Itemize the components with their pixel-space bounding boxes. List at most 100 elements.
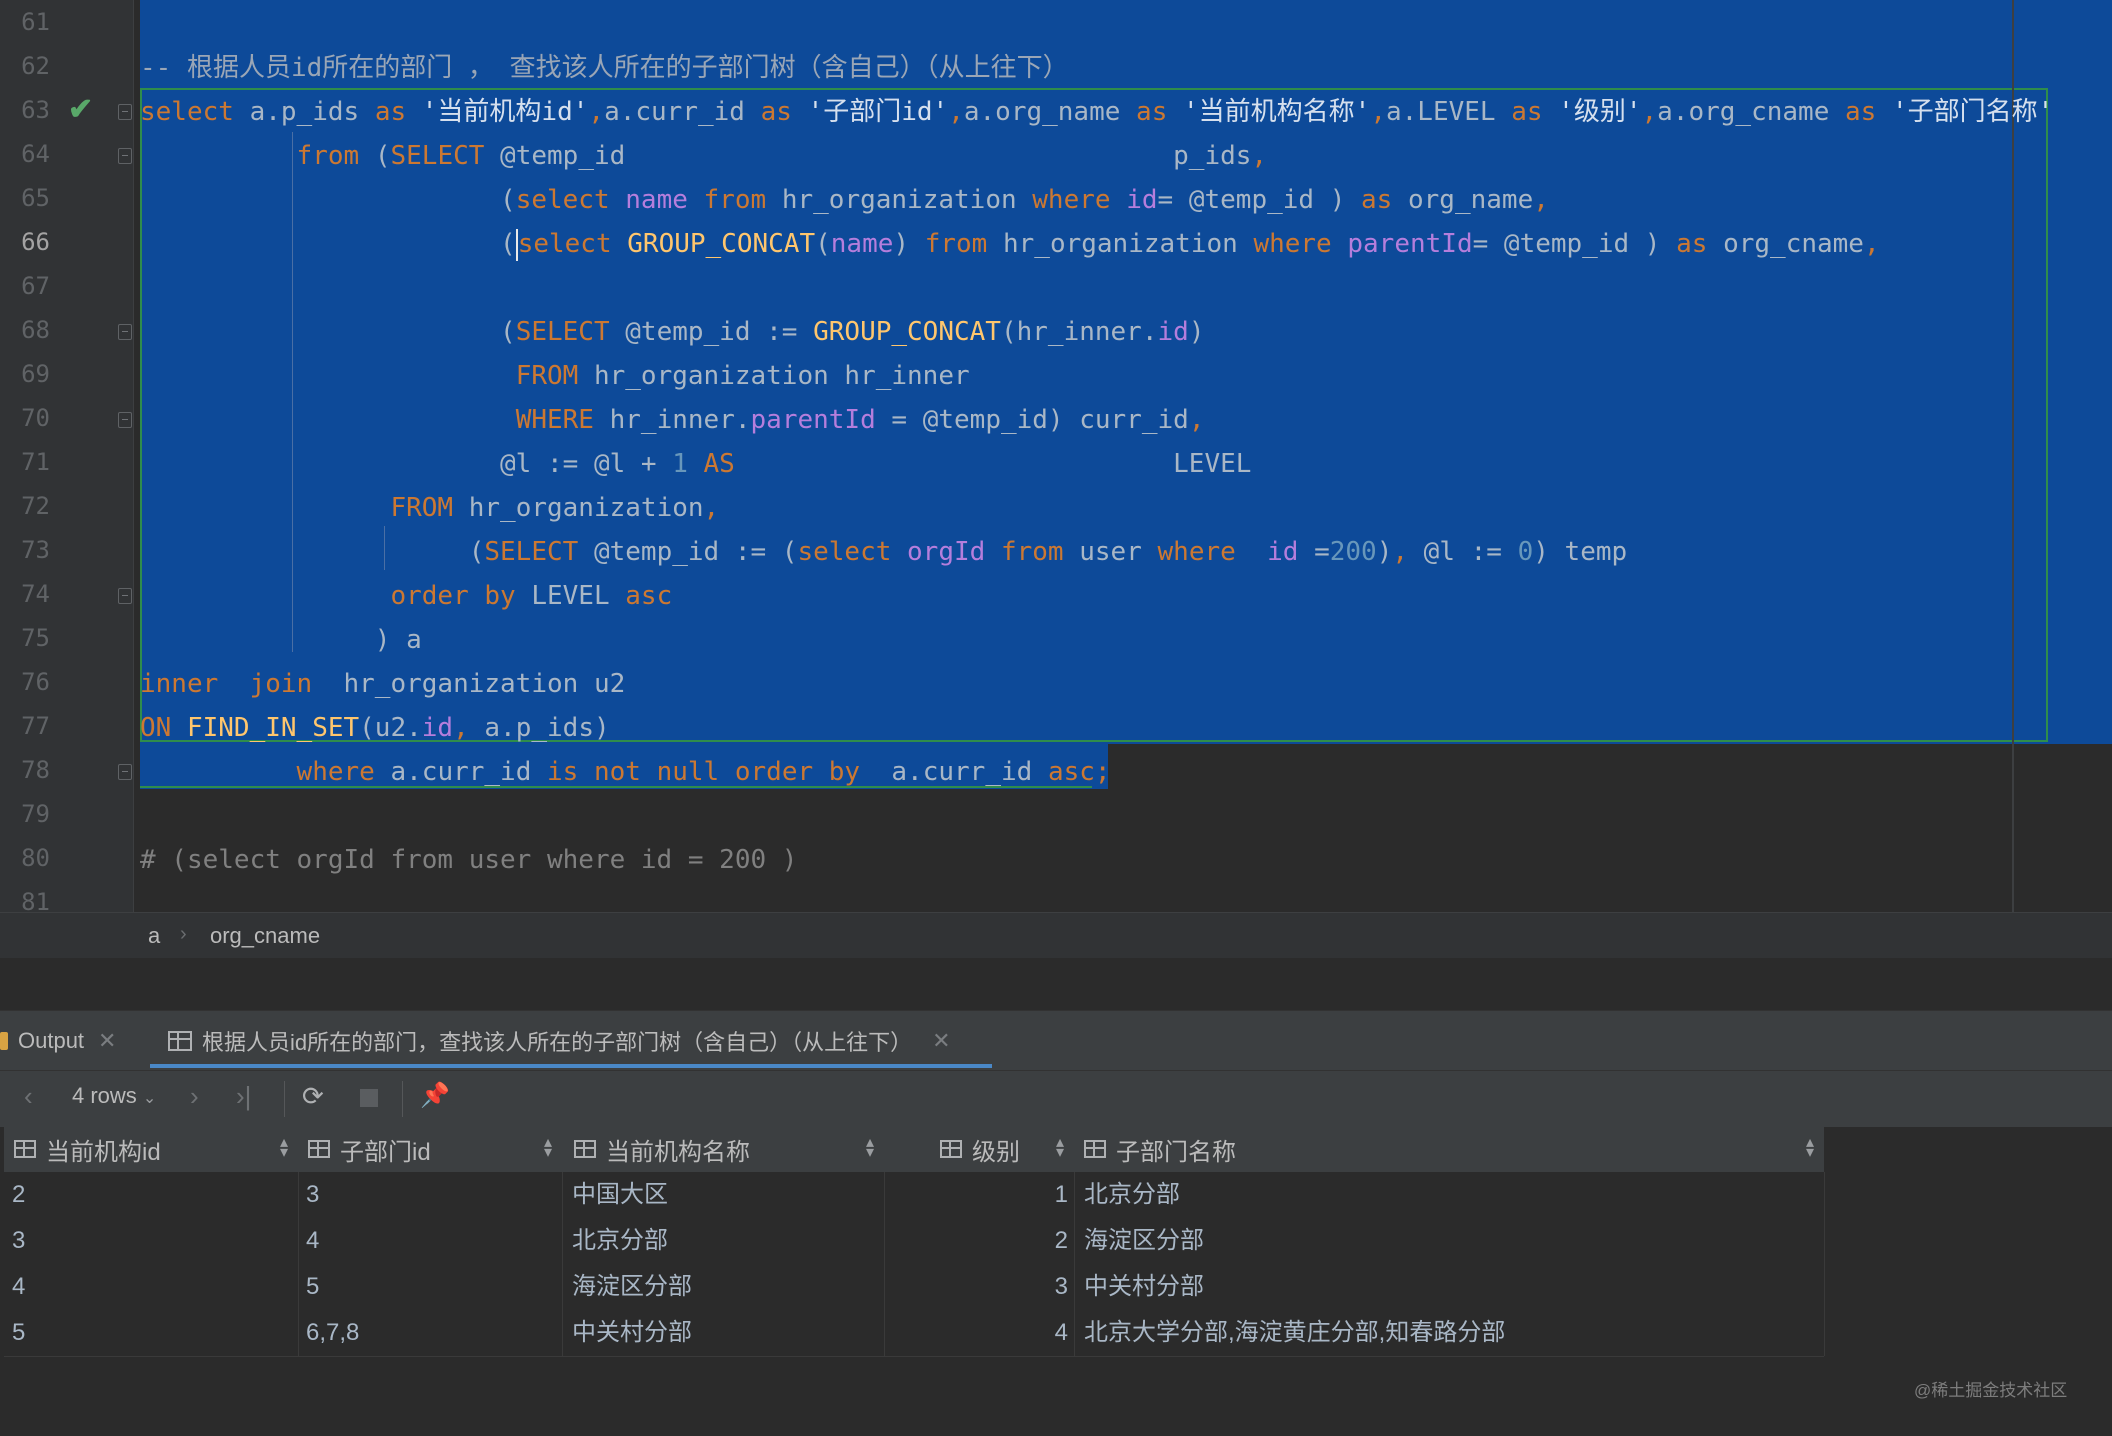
cell-sub-dept-id[interactable]: 3	[306, 1172, 556, 1218]
line-number: 74	[21, 580, 50, 608]
cell-sub-dept-id[interactable]: 4	[306, 1218, 556, 1264]
pin-tab-icon[interactable]: 📌	[420, 1081, 450, 1110]
code-line[interactable]: -- 根据人员id所在的部门 ， 查找该人所在的子部门树（含自己）（从上往下）	[140, 46, 1069, 90]
code-token: @temp_id :=	[609, 317, 814, 347]
code-token: where	[1157, 537, 1236, 567]
line-number: 64	[21, 140, 50, 168]
cell-sub-dept-id[interactable]: 5	[306, 1264, 556, 1310]
code-line[interactable]: # (select orgId from user where id = 200…	[140, 838, 797, 882]
code-line[interactable]: FROM hr_organization hr_inner	[140, 354, 970, 398]
column-header-current-org-name[interactable]: 当前机构名称 ▴ ▾	[562, 1126, 884, 1172]
column-header-sub-dept-id[interactable]: 子部门id ▴ ▾	[298, 1126, 562, 1172]
code-line[interactable]: @l := @l + 1 AS LEVEL	[140, 442, 1251, 486]
column-icon	[574, 1140, 596, 1158]
tab-output[interactable]: Output ✕	[0, 1011, 116, 1071]
code-token: as	[1511, 97, 1543, 127]
breadcrumb-item-alias[interactable]: a	[148, 923, 160, 949]
cell-current-org-name[interactable]: 北京分部	[572, 1218, 872, 1264]
code-line[interactable]: inner join hr_organization u2	[140, 662, 625, 706]
cell-current-org-name[interactable]: 中关村分部	[572, 1310, 872, 1356]
cell-level[interactable]: 4	[884, 1310, 1068, 1356]
panel-splitter[interactable]	[0, 958, 2112, 1010]
cell-current-org-id[interactable]: 4	[12, 1264, 292, 1310]
tab-query-result[interactable]: 根据人员id所在的部门，查找该人所在的子部门树（含自己）（从上往下） ✕	[168, 1011, 951, 1071]
table-row[interactable]: 4 5 海淀区分部 3 中关村分部	[4, 1264, 1824, 1311]
cell-sub-dept-name[interactable]: 海淀区分部	[1084, 1218, 1814, 1264]
cell-sub-dept-name[interactable]: 中关村分部	[1084, 1264, 1814, 1310]
close-icon[interactable]: ✕	[98, 1028, 116, 1054]
sort-icon[interactable]: ▴ ▾	[1056, 1135, 1064, 1161]
column-header-label: 当前机构id	[46, 1138, 161, 1166]
next-page-icon[interactable]: ›	[190, 1081, 199, 1112]
code-token: id	[1267, 537, 1299, 567]
code-token: FIND_IN_SET	[186, 713, 360, 743]
last-page-icon[interactable]: ›|	[236, 1081, 251, 1112]
code-line[interactable]: where a.curr_id is not null order by a.c…	[140, 750, 1111, 794]
code-line[interactable]: WHERE hr_inner.parentId = @temp_id) curr…	[140, 398, 1205, 442]
code-token: a.p_ids	[233, 97, 375, 127]
cell-level[interactable]: 2	[884, 1218, 1068, 1264]
fold-marker-icon[interactable]	[118, 588, 132, 604]
sort-icon[interactable]: ▴ ▾	[866, 1135, 874, 1161]
fold-marker-icon[interactable]	[118, 324, 132, 340]
code-token: as	[1136, 97, 1168, 127]
cell-current-org-name[interactable]: 中国大区	[572, 1172, 872, 1218]
code-line[interactable]: order by LEVEL asc	[140, 574, 672, 618]
code-line[interactable]: ) a	[140, 618, 422, 662]
code-token: ,	[1641, 97, 1658, 127]
cell-sub-dept-name[interactable]: 北京分部	[1084, 1172, 1814, 1218]
previous-page-icon[interactable]: ‹	[24, 1081, 33, 1112]
table-row[interactable]: 3 4 北京分部 2 海淀区分部	[4, 1218, 1824, 1265]
code-line[interactable]: from (SELECT @temp_id p_ids,	[140, 134, 1268, 178]
table-row[interactable]: 2 3 中国大区 1 北京分部	[4, 1172, 1824, 1219]
cell-current-org-name[interactable]: 海淀区分部	[572, 1264, 872, 1310]
sort-icon[interactable]: ▴ ▾	[280, 1135, 288, 1161]
cell-sub-dept-name[interactable]: 北京大学分部,海淀黄庄分部,知春路分部	[1084, 1310, 1814, 1356]
code-token: 0	[1517, 537, 1534, 567]
cell-sub-dept-id[interactable]: 6,7,8	[306, 1310, 556, 1356]
column-header-level[interactable]: 级别 ▴ ▾	[884, 1126, 1074, 1172]
grid-header: 当前机构id ▴ ▾ 子部门id ▴ ▾ 当前机构名称 ▴ ▾ 级别 ▴ ▾ 子部门名称…	[4, 1126, 1824, 1172]
column-icon	[940, 1140, 962, 1158]
cell-current-org-id[interactable]: 2	[12, 1172, 292, 1218]
line-number: 81	[21, 888, 50, 912]
table-row[interactable]: 5 6,7,8 中关村分部 4 北京大学分部,海淀黄庄分部,知春路分部	[4, 1310, 1824, 1357]
refresh-icon[interactable]: ⟳	[302, 1081, 324, 1112]
toolbar-divider	[402, 1081, 403, 1117]
rows-count-dropdown[interactable]: 4 rows ⌄	[72, 1083, 156, 1109]
fold-marker-icon[interactable]	[118, 104, 132, 120]
cell-current-org-id[interactable]: 3	[12, 1218, 292, 1264]
column-header-sub-dept-name[interactable]: 子部门名称 ▴ ▾	[1074, 1126, 1824, 1172]
code-token: ,	[1370, 97, 1386, 127]
column-header-current-org-id[interactable]: 当前机构id ▴ ▾	[4, 1126, 298, 1172]
close-icon[interactable]: ✕	[932, 1028, 950, 1054]
stop-icon[interactable]	[360, 1089, 378, 1107]
code-line[interactable]: ON FIND_IN_SET(u2.id, a.p_ids)	[140, 706, 610, 750]
code-line[interactable]: (SELECT @temp_id := (select orgId from u…	[140, 530, 1627, 574]
line-number: 80	[21, 844, 50, 872]
code-line[interactable]: (select GROUP_CONCAT(name) from hr_organ…	[140, 222, 1880, 266]
cell-level[interactable]: 3	[884, 1264, 1068, 1310]
code-line[interactable]: (select name from hr_organization where …	[140, 178, 1549, 222]
code-line[interactable]: (SELECT @temp_id := GROUP_CONCAT(hr_inne…	[140, 310, 1204, 354]
breadcrumb-item-column[interactable]: org_cname	[210, 923, 320, 949]
code-line[interactable]: select a.p_ids as '当前机构id',a.curr_id as …	[140, 90, 2053, 134]
column-divider	[298, 1172, 299, 1356]
code-token: as	[1676, 229, 1708, 259]
code-line[interactable]: FROM hr_organization,	[140, 486, 719, 530]
fold-marker-icon[interactable]	[118, 764, 132, 780]
line-number: 62	[21, 52, 50, 80]
code-token: GROUP_CONCAT	[813, 317, 1001, 347]
line-number: 75	[21, 624, 50, 652]
chevron-down-icon: ⌄	[142, 1090, 157, 1107]
sort-icon[interactable]: ▴ ▾	[544, 1135, 552, 1161]
cell-current-org-id[interactable]: 5	[12, 1310, 292, 1356]
cell-level[interactable]: 1	[884, 1172, 1068, 1218]
fold-marker-icon[interactable]	[118, 412, 132, 428]
code-editor[interactable]: 61 62 63 64 65 66 67 68 69 70 71 72 73 74 75 76 77 78 79 80…	[0, 0, 2112, 912]
code-token: ,	[948, 97, 964, 127]
fold-marker-icon[interactable]	[118, 148, 132, 164]
sort-icon[interactable]: ▴ ▾	[1806, 1135, 1814, 1161]
